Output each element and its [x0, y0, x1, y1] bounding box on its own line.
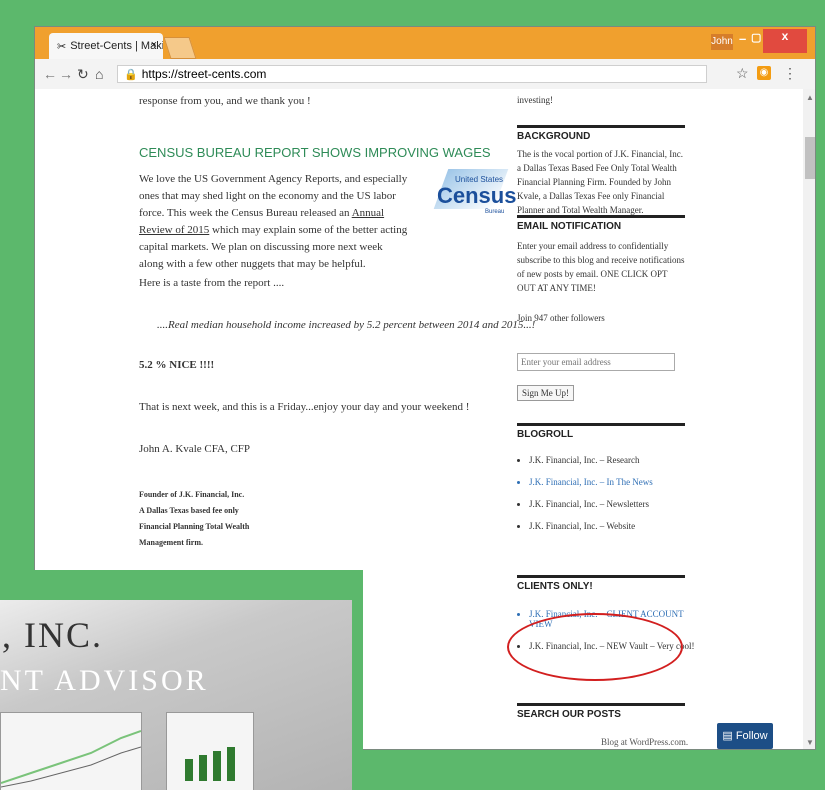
menu-icon[interactable]: ⋮: [783, 65, 797, 82]
rss-extension-icon[interactable]: ◉: [757, 66, 771, 80]
line-chart-graphic: [0, 730, 142, 788]
scroll-down-icon[interactable]: ▼: [806, 738, 814, 747]
tab-close-icon[interactable]: ×: [151, 39, 157, 51]
url-bar[interactable]: 🔒 https://street-cents.com: [117, 65, 707, 83]
background-text: The is the vocal portion of J.K. Financi…: [517, 149, 683, 215]
overlay-image-panel: , INC. NT ADVISOR: [0, 570, 363, 790]
follow-icon: ▤: [722, 730, 736, 742]
blogroll-item[interactable]: J.K. Financial, Inc. – Newsletters: [529, 499, 697, 509]
tab-title: Street-Cents | Making 4: [70, 40, 163, 52]
reload-icon[interactable]: ↻: [77, 66, 89, 83]
widget-title-blogroll: BLOGROLL: [517, 423, 685, 440]
report-quote: ....Real median household income increas…: [157, 319, 536, 331]
followers-count: Join 947 other followers: [517, 313, 605, 323]
home-icon[interactable]: ⌂: [95, 66, 103, 82]
post-paragraph-3: 5.2 % NICE !!!!: [139, 359, 215, 371]
logo-text-line2: NT ADVISOR: [0, 664, 209, 697]
browser-tab[interactable]: ✂ Street-Cents | Making 4 ×: [49, 33, 163, 59]
company-logo-image: , INC. NT ADVISOR: [0, 600, 352, 790]
address-toolbar: ← → ↻ ⌂ 🔒 https://street-cents.com ☆ ◉ ⋮: [35, 59, 815, 90]
vertical-scrollbar[interactable]: ▲ ▼: [803, 89, 815, 749]
back-icon[interactable]: ←: [43, 66, 57, 82]
post-title[interactable]: CENSUS BUREAU REPORT SHOWS IMPROVING WAG…: [139, 145, 539, 160]
post-paragraph-4: That is next week, and this is a Friday.…: [139, 401, 470, 413]
widget-title-clients: CLIENTS ONLY!: [517, 575, 685, 592]
site-favicon-icon: ✂: [57, 40, 67, 53]
red-annotation-circle: [507, 613, 683, 681]
bookmark-star-icon[interactable]: ☆: [736, 65, 749, 82]
chart-bar: [185, 759, 193, 781]
blogroll-item[interactable]: J.K. Financial, Inc. – Website: [529, 521, 697, 531]
title-bar: ✂ Street-Cents | Making 4 × John – ▢ x: [35, 27, 815, 59]
post-paragraph-2: Here is a taste from the report ....: [139, 277, 285, 289]
blogroll-item[interactable]: J.K. Financial, Inc. – In The News: [529, 477, 697, 487]
signature-block: Founder of J.K. Financial, Inc. A Dallas…: [139, 490, 250, 547]
scroll-up-icon[interactable]: ▲: [806, 93, 814, 102]
widget-title-search: SEARCH OUR POSTS: [517, 703, 685, 720]
url-text: https://street-cents.com: [141, 67, 267, 81]
scroll-thumb[interactable]: [805, 137, 815, 179]
widget-title-email: EMAIL NOTIFICATION: [517, 215, 685, 232]
blogroll-list: J.K. Financial, Inc. – Research J.K. Fin…: [517, 455, 697, 543]
blogroll-item[interactable]: J.K. Financial, Inc. – Research: [529, 455, 697, 465]
lock-icon: 🔒: [124, 68, 138, 81]
wordpress-credit[interactable]: Blog at WordPress.com.: [601, 737, 688, 747]
chart-bar: [227, 747, 235, 781]
forward-icon[interactable]: →: [59, 66, 73, 82]
maximize-icon[interactable]: ▢: [751, 31, 761, 44]
intro-text: response from you, and we thank you !: [139, 95, 311, 107]
census-logo: United States Census Bureau: [415, 169, 516, 235]
email-input[interactable]: [517, 353, 675, 371]
signature: John A. Kvale CFA, CFP: [139, 443, 251, 455]
follow-button[interactable]: ▤ Follow: [717, 723, 773, 749]
post-paragraph-1: We love the US Government Agency Reports…: [139, 173, 408, 270]
bar-chart-thumbnail: [166, 712, 254, 790]
chart-bar: [199, 755, 207, 781]
line-chart-thumbnail: [0, 712, 142, 790]
sign-up-button[interactable]: Sign Me Up!: [517, 385, 574, 401]
widget-title-background: BACKGROUND: [517, 125, 685, 142]
user-profile-button[interactable]: John: [711, 34, 733, 50]
new-tab-button[interactable]: [163, 37, 197, 59]
sidebar-intro: investing!: [517, 95, 553, 105]
minimize-icon[interactable]: –: [739, 31, 746, 46]
email-text: Enter your email address to confidential…: [517, 241, 685, 293]
chart-bar: [213, 751, 221, 781]
logo-text-line1: , INC.: [2, 615, 103, 655]
close-window-button[interactable]: x: [763, 29, 807, 53]
